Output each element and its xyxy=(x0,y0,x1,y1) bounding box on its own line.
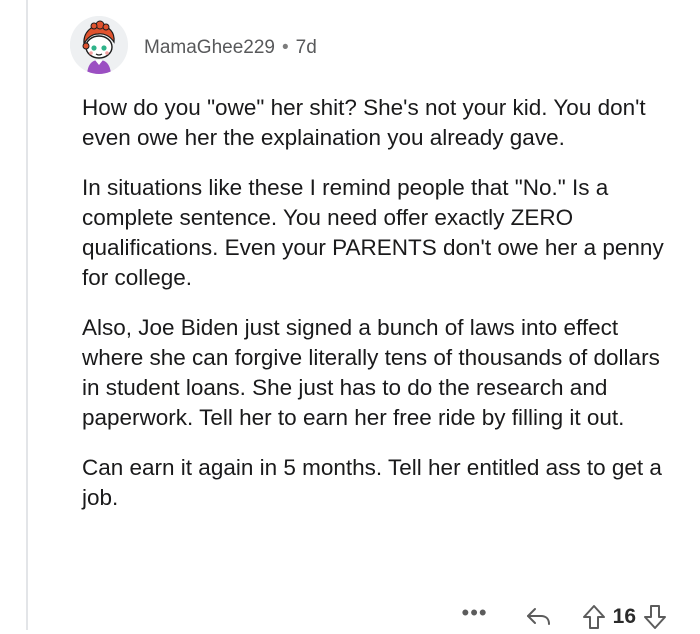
comment-header: MamaGhee229 • 7d xyxy=(70,10,317,80)
downvote-icon[interactable] xyxy=(643,604,667,630)
comment-paragraph: In situations like these I remind people… xyxy=(82,175,664,290)
avatar[interactable] xyxy=(70,16,128,74)
meta-separator: • xyxy=(281,37,289,58)
thread-line[interactable] xyxy=(26,0,28,630)
author-name[interactable]: MamaGhee229 xyxy=(144,37,275,59)
more-options-icon[interactable]: ••• xyxy=(462,602,488,631)
comment-meta: MamaGhee229 • 7d xyxy=(144,37,317,59)
comment-paragraph: Also, Joe Biden just signed a bunch of l… xyxy=(82,315,660,430)
comment-paragraph: Can earn it again in 5 months. Tell her … xyxy=(82,455,662,510)
vote-score: 16 xyxy=(612,605,636,628)
comment-paragraph: How do you "owe" her shit? She's not you… xyxy=(82,95,646,150)
upvote-icon[interactable] xyxy=(582,604,606,630)
comment-body: How do you "owe" her shit? She's not you… xyxy=(82,93,682,533)
comment-actions: ••• 16 xyxy=(462,600,667,634)
comment-age: 7d xyxy=(295,37,317,58)
snoo-avatar-icon xyxy=(70,16,128,74)
reply-icon[interactable] xyxy=(524,605,552,629)
